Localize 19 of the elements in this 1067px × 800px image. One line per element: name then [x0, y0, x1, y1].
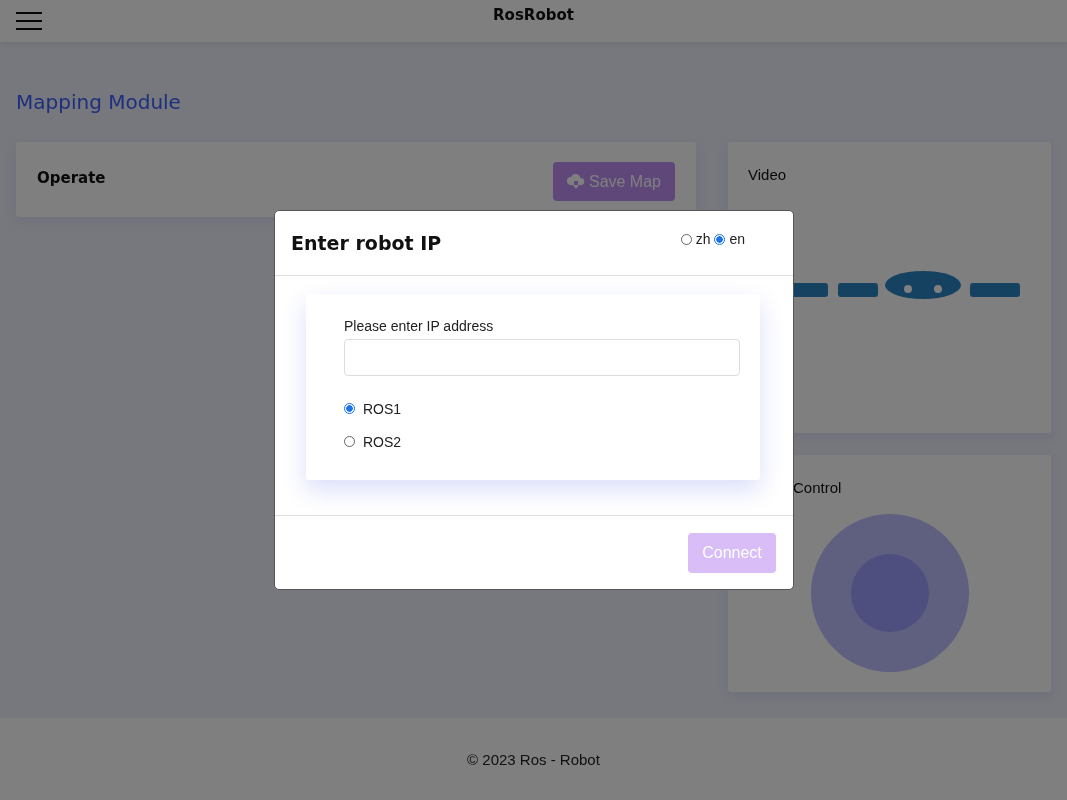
radio-label: ROS2	[363, 433, 402, 450]
radio-button[interactable]	[714, 233, 726, 245]
ip-input-field[interactable]	[344, 339, 740, 376]
card-title: Control	[792, 478, 843, 496]
menu-icon[interactable]	[16, 10, 42, 32]
field-label: Please enter IP address	[344, 318, 495, 334]
radio-button[interactable]	[344, 436, 355, 447]
radio-label: ROS1	[363, 400, 402, 417]
radio-button[interactable]	[680, 233, 692, 245]
app-title: RosRobot	[493, 6, 574, 24]
card-title: Operate	[37, 168, 106, 187]
radio-button[interactable]	[344, 403, 355, 414]
card-title: Video	[747, 165, 788, 183]
cloud-download-icon	[566, 173, 585, 190]
copyright-text: © 2023 Ros - Robot	[467, 750, 600, 768]
dialog-title: Enter robot IP	[291, 232, 442, 254]
radio-label: zh	[695, 231, 711, 247]
radio-label: en	[729, 231, 745, 247]
page-title: Mapping Module	[16, 90, 182, 114]
